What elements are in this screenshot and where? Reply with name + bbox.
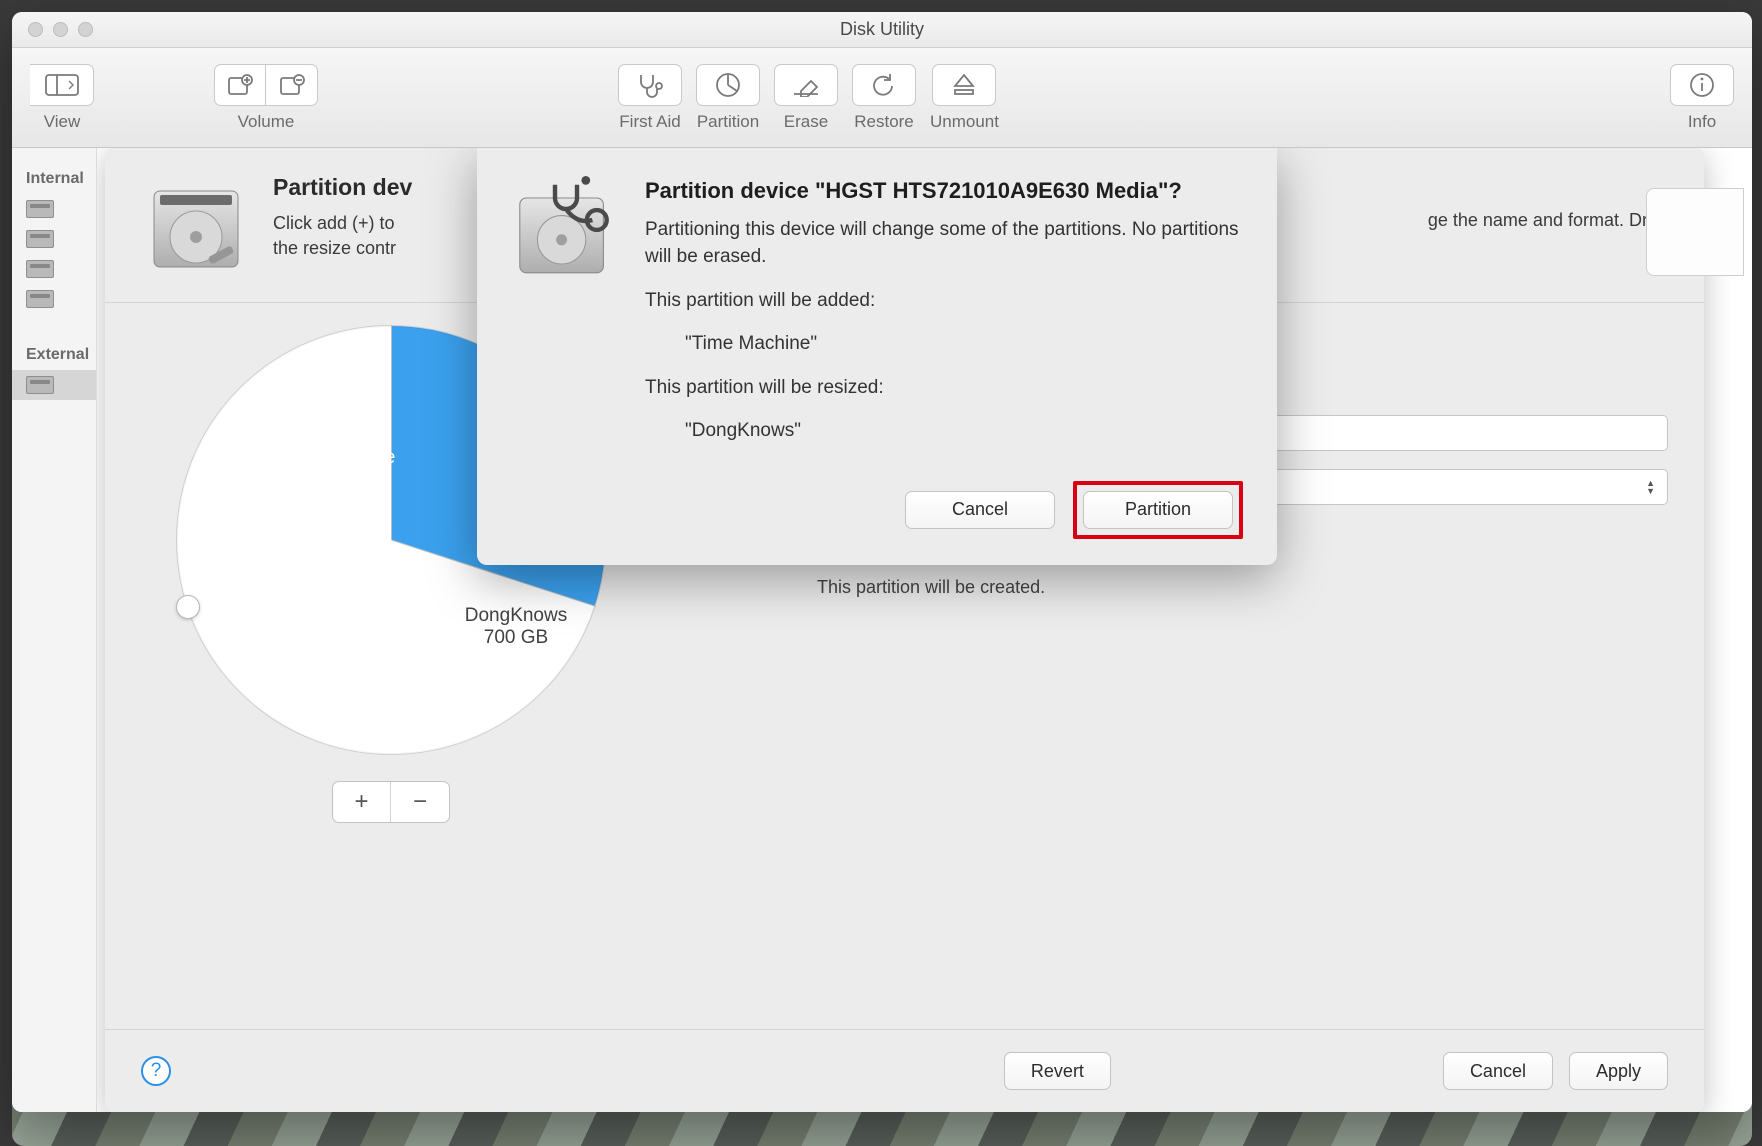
add-partition-button[interactable]: + — [333, 782, 391, 822]
toolbar: View Volume First Aid — [12, 48, 1752, 148]
disk-icon — [26, 290, 54, 308]
help-button[interactable]: ? — [141, 1056, 171, 1086]
pie-slice-2-name: DongKnows — [436, 605, 596, 627]
info-label: Info — [1688, 112, 1716, 132]
pie-slice-1-name: Time Machine — [246, 447, 426, 469]
pie-slice-2-size: 700 GB — [436, 627, 596, 649]
volume-add-button[interactable] — [214, 64, 266, 106]
pie-resize-handle[interactable] — [176, 595, 200, 619]
disk-icon — [26, 230, 54, 248]
dialog-cancel-button[interactable]: Cancel — [905, 491, 1055, 529]
confirm-partition-dialog: Partition device "HGST HTS721010A9E630 M… — [477, 148, 1277, 565]
undo-arrow-icon — [870, 72, 898, 98]
restore-label: Restore — [854, 112, 914, 132]
sidebar: Internal External — [12, 148, 97, 1112]
add-remove-partition: + − — [332, 781, 450, 823]
sidebar-item-disk[interactable] — [12, 284, 96, 314]
first-aid-label: First Aid — [619, 112, 680, 132]
dialog-added-name: "Time Machine" — [645, 330, 1243, 358]
pie-icon — [714, 71, 742, 99]
sheet-desc-1: Click add (+) to — [273, 213, 395, 233]
device-info-card — [1646, 188, 1744, 276]
volume-remove-button[interactable] — [266, 64, 318, 106]
stethoscope-icon — [635, 72, 665, 98]
sidebar-layout-icon — [45, 74, 79, 96]
disk-icon — [26, 376, 54, 394]
apply-button[interactable]: Apply — [1569, 1052, 1668, 1090]
window-title: Disk Utility — [12, 19, 1752, 40]
sidebar-item-disk[interactable] — [12, 254, 96, 284]
dialog-title: Partition device "HGST HTS721010A9E630 M… — [645, 176, 1243, 206]
sidebar-heading-external: External — [12, 338, 96, 370]
dialog-resized-label: This partition will be resized: — [645, 374, 1243, 402]
dialog-resized-name: "DongKnows" — [645, 417, 1243, 445]
unmount-label: Unmount — [930, 112, 999, 132]
sheet-title: Partition dev — [273, 174, 412, 201]
first-aid-button[interactable] — [618, 64, 682, 106]
sheet-desc-2: the resize contr — [273, 238, 396, 258]
partition-button[interactable] — [696, 64, 760, 106]
disk-large-icon — [141, 174, 251, 284]
unmount-button[interactable] — [932, 64, 996, 106]
dialog-added-label: This partition will be added: — [645, 287, 1243, 315]
sidebar-heading-internal: Internal — [12, 162, 96, 194]
main-panel: Partition dev Click add (+) to the resize… — [97, 148, 1752, 1112]
sidebar-item-disk-selected[interactable] — [12, 370, 96, 400]
content-area: Internal External Partition dev Click ad… — [12, 148, 1752, 1112]
revert-button[interactable]: Revert — [1004, 1052, 1111, 1090]
view-button[interactable] — [30, 64, 94, 106]
pie-slice-1-size: 300 GB — [246, 469, 426, 491]
partition-label: Partition — [697, 112, 759, 132]
volume-label: Volume — [238, 112, 295, 132]
view-label: View — [44, 112, 81, 132]
dialog-partition-button[interactable]: Partition — [1083, 491, 1233, 529]
disk-icon — [26, 260, 54, 278]
eject-icon — [952, 72, 976, 98]
dialog-body: Partitioning this device will change som… — [645, 216, 1243, 271]
dialog-icon — [511, 176, 621, 286]
erase-button[interactable] — [774, 64, 838, 106]
info-button[interactable] — [1670, 64, 1734, 106]
restore-button[interactable] — [852, 64, 916, 106]
sidebar-item-disk[interactable] — [12, 194, 96, 224]
highlight-annotation: Partition — [1073, 481, 1243, 539]
disk-utility-window: Disk Utility View Volume — [12, 12, 1752, 1112]
chevron-updown-icon: ▲▼ — [1636, 479, 1655, 495]
remove-partition-button[interactable]: − — [391, 782, 449, 822]
cancel-button[interactable]: Cancel — [1443, 1052, 1553, 1090]
form-hint: This partition will be created. — [817, 577, 1668, 598]
sheet-desc-right: ge the name and format. Drag — [1428, 208, 1668, 233]
sidebar-item-disk[interactable] — [12, 224, 96, 254]
sheet-footer: ? Revert Cancel Apply — [105, 1029, 1704, 1112]
titlebar: Disk Utility — [12, 12, 1752, 48]
info-icon — [1688, 71, 1716, 99]
volume-add-icon — [226, 73, 254, 97]
volume-remove-icon — [278, 73, 306, 97]
disk-icon — [26, 200, 54, 218]
erase-label: Erase — [784, 112, 828, 132]
eraser-icon — [791, 73, 821, 97]
